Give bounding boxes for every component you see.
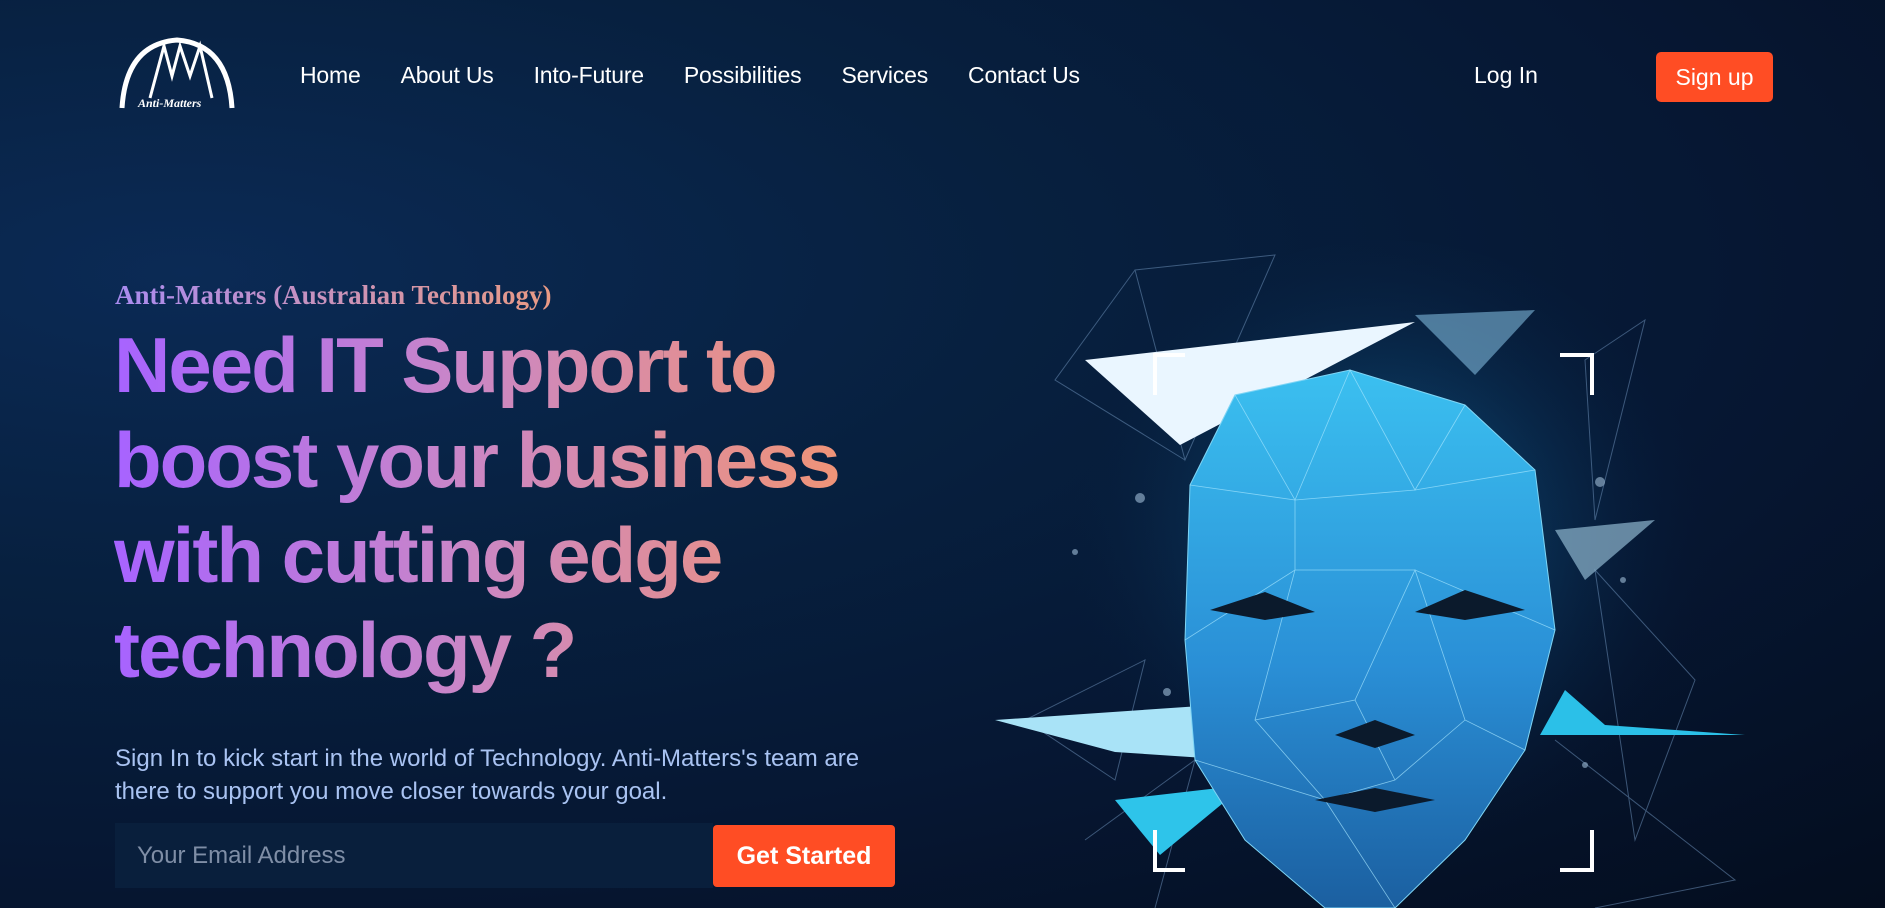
get-started-button[interactable]: Get Started bbox=[713, 825, 895, 887]
main-nav: Home About Us Into-Future Possibilities … bbox=[300, 62, 1080, 89]
logo-text: Anti-Matters bbox=[138, 96, 202, 110]
nav-contact-us[interactable]: Contact Us bbox=[968, 62, 1080, 89]
nav-into-future[interactable]: Into-Future bbox=[534, 62, 644, 89]
nav-possibilities[interactable]: Possibilities bbox=[684, 62, 802, 89]
nav-home[interactable]: Home bbox=[300, 62, 361, 89]
nav-about-us[interactable]: About Us bbox=[401, 62, 494, 89]
hero-headline: Need IT Support to boost your business w… bbox=[114, 318, 874, 698]
nav-services[interactable]: Services bbox=[841, 62, 928, 89]
signup-button[interactable]: Sign up bbox=[1656, 52, 1773, 102]
login-link[interactable]: Log In bbox=[1474, 62, 1538, 89]
hero-description: Sign In to kick start in the world of Te… bbox=[115, 745, 860, 805]
polygon-face-illustration bbox=[995, 240, 1745, 908]
hero-eyebrow: Anti-Matters (Australian Technology) bbox=[115, 280, 552, 310]
email-input[interactable] bbox=[115, 823, 713, 888]
